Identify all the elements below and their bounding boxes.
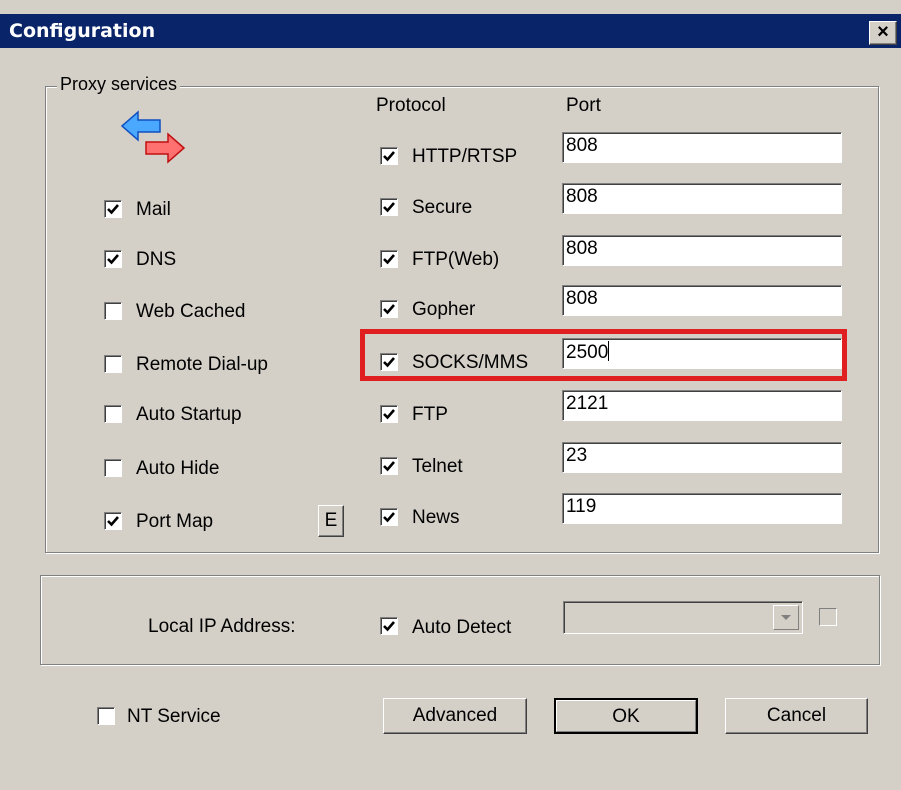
service-label: Auto Hide (136, 458, 220, 479)
protocol-label: Telnet (412, 456, 463, 477)
auto-detect-label: Auto Detect (412, 617, 512, 638)
service-label: Port Map (136, 511, 214, 532)
service-checkbox[interactable] (104, 200, 122, 218)
protocol-checkbox[interactable] (380, 198, 398, 216)
title-bar[interactable]: Configuration × (0, 14, 901, 48)
protocol-label: Gopher (412, 299, 476, 320)
service-checkbox[interactable] (104, 302, 122, 320)
nt-service-label: NT Service (127, 706, 221, 727)
protocol-label: News (412, 507, 460, 528)
service-checkbox[interactable] (104, 405, 122, 423)
port-value: 808 (566, 186, 598, 207)
service-label: Mail (136, 199, 171, 220)
service-checkbox[interactable] (104, 355, 122, 373)
port-input[interactable]: 2121 (562, 390, 842, 421)
cancel-button[interactable]: Cancel (725, 698, 868, 734)
protocol-header: Protocol (376, 95, 446, 116)
port-map-edit-button[interactable]: E (318, 505, 344, 537)
auto-detect-checkbox[interactable] (380, 617, 398, 635)
port-value: 23 (566, 445, 588, 466)
proxy-arrows-icon (120, 110, 188, 166)
port-input[interactable]: 808 (562, 132, 842, 163)
port-input[interactable]: 808 (562, 235, 842, 266)
port-header: Port (566, 95, 601, 116)
port-input[interactable]: 119 (562, 493, 842, 524)
service-label: Auto Startup (136, 404, 242, 425)
port-value: 808 (566, 288, 598, 309)
protocol-checkbox[interactable] (380, 147, 398, 165)
nt-service-checkbox[interactable] (97, 707, 115, 725)
protocol-label: Secure (412, 197, 473, 218)
service-checkbox[interactable] (104, 512, 122, 530)
service-checkbox[interactable] (104, 250, 122, 268)
protocol-label: FTP (412, 404, 448, 425)
service-label: DNS (136, 249, 177, 270)
local-ip-extra-checkbox[interactable] (819, 608, 837, 626)
protocol-label: HTTP/RTSP (412, 146, 518, 167)
port-value: 119 (566, 496, 597, 517)
local-ip-select[interactable] (563, 601, 803, 634)
ok-button-label: OK (612, 706, 640, 727)
proxy-services-label: Proxy services (57, 74, 181, 95)
configuration-dialog: Configuration × Proxy services Protocol … (0, 0, 901, 790)
service-checkbox[interactable] (104, 459, 122, 477)
ok-button[interactable]: OK (554, 698, 698, 734)
highlight-box (360, 329, 847, 381)
protocol-checkbox[interactable] (380, 405, 398, 423)
service-label: Remote Dial-up (136, 354, 268, 375)
close-button[interactable]: × (869, 21, 897, 45)
port-value: 2121 (566, 393, 609, 414)
window-title: Configuration (9, 20, 156, 42)
protocol-label: FTP(Web) (412, 249, 500, 270)
port-value: 808 (566, 135, 598, 156)
port-input[interactable]: 808 (562, 183, 842, 214)
port-input[interactable]: 23 (562, 442, 842, 473)
port-input[interactable]: 808 (562, 285, 842, 316)
port-value: 808 (566, 238, 598, 259)
protocol-checkbox[interactable] (380, 250, 398, 268)
local-ip-label: Local IP Address: (148, 616, 296, 637)
protocol-checkbox[interactable] (380, 300, 398, 318)
protocol-checkbox[interactable] (380, 457, 398, 475)
service-label: Web Cached (136, 301, 246, 322)
protocol-checkbox[interactable] (380, 508, 398, 526)
dropdown-arrow-icon[interactable] (773, 605, 799, 630)
advanced-button[interactable]: Advanced (383, 698, 527, 734)
